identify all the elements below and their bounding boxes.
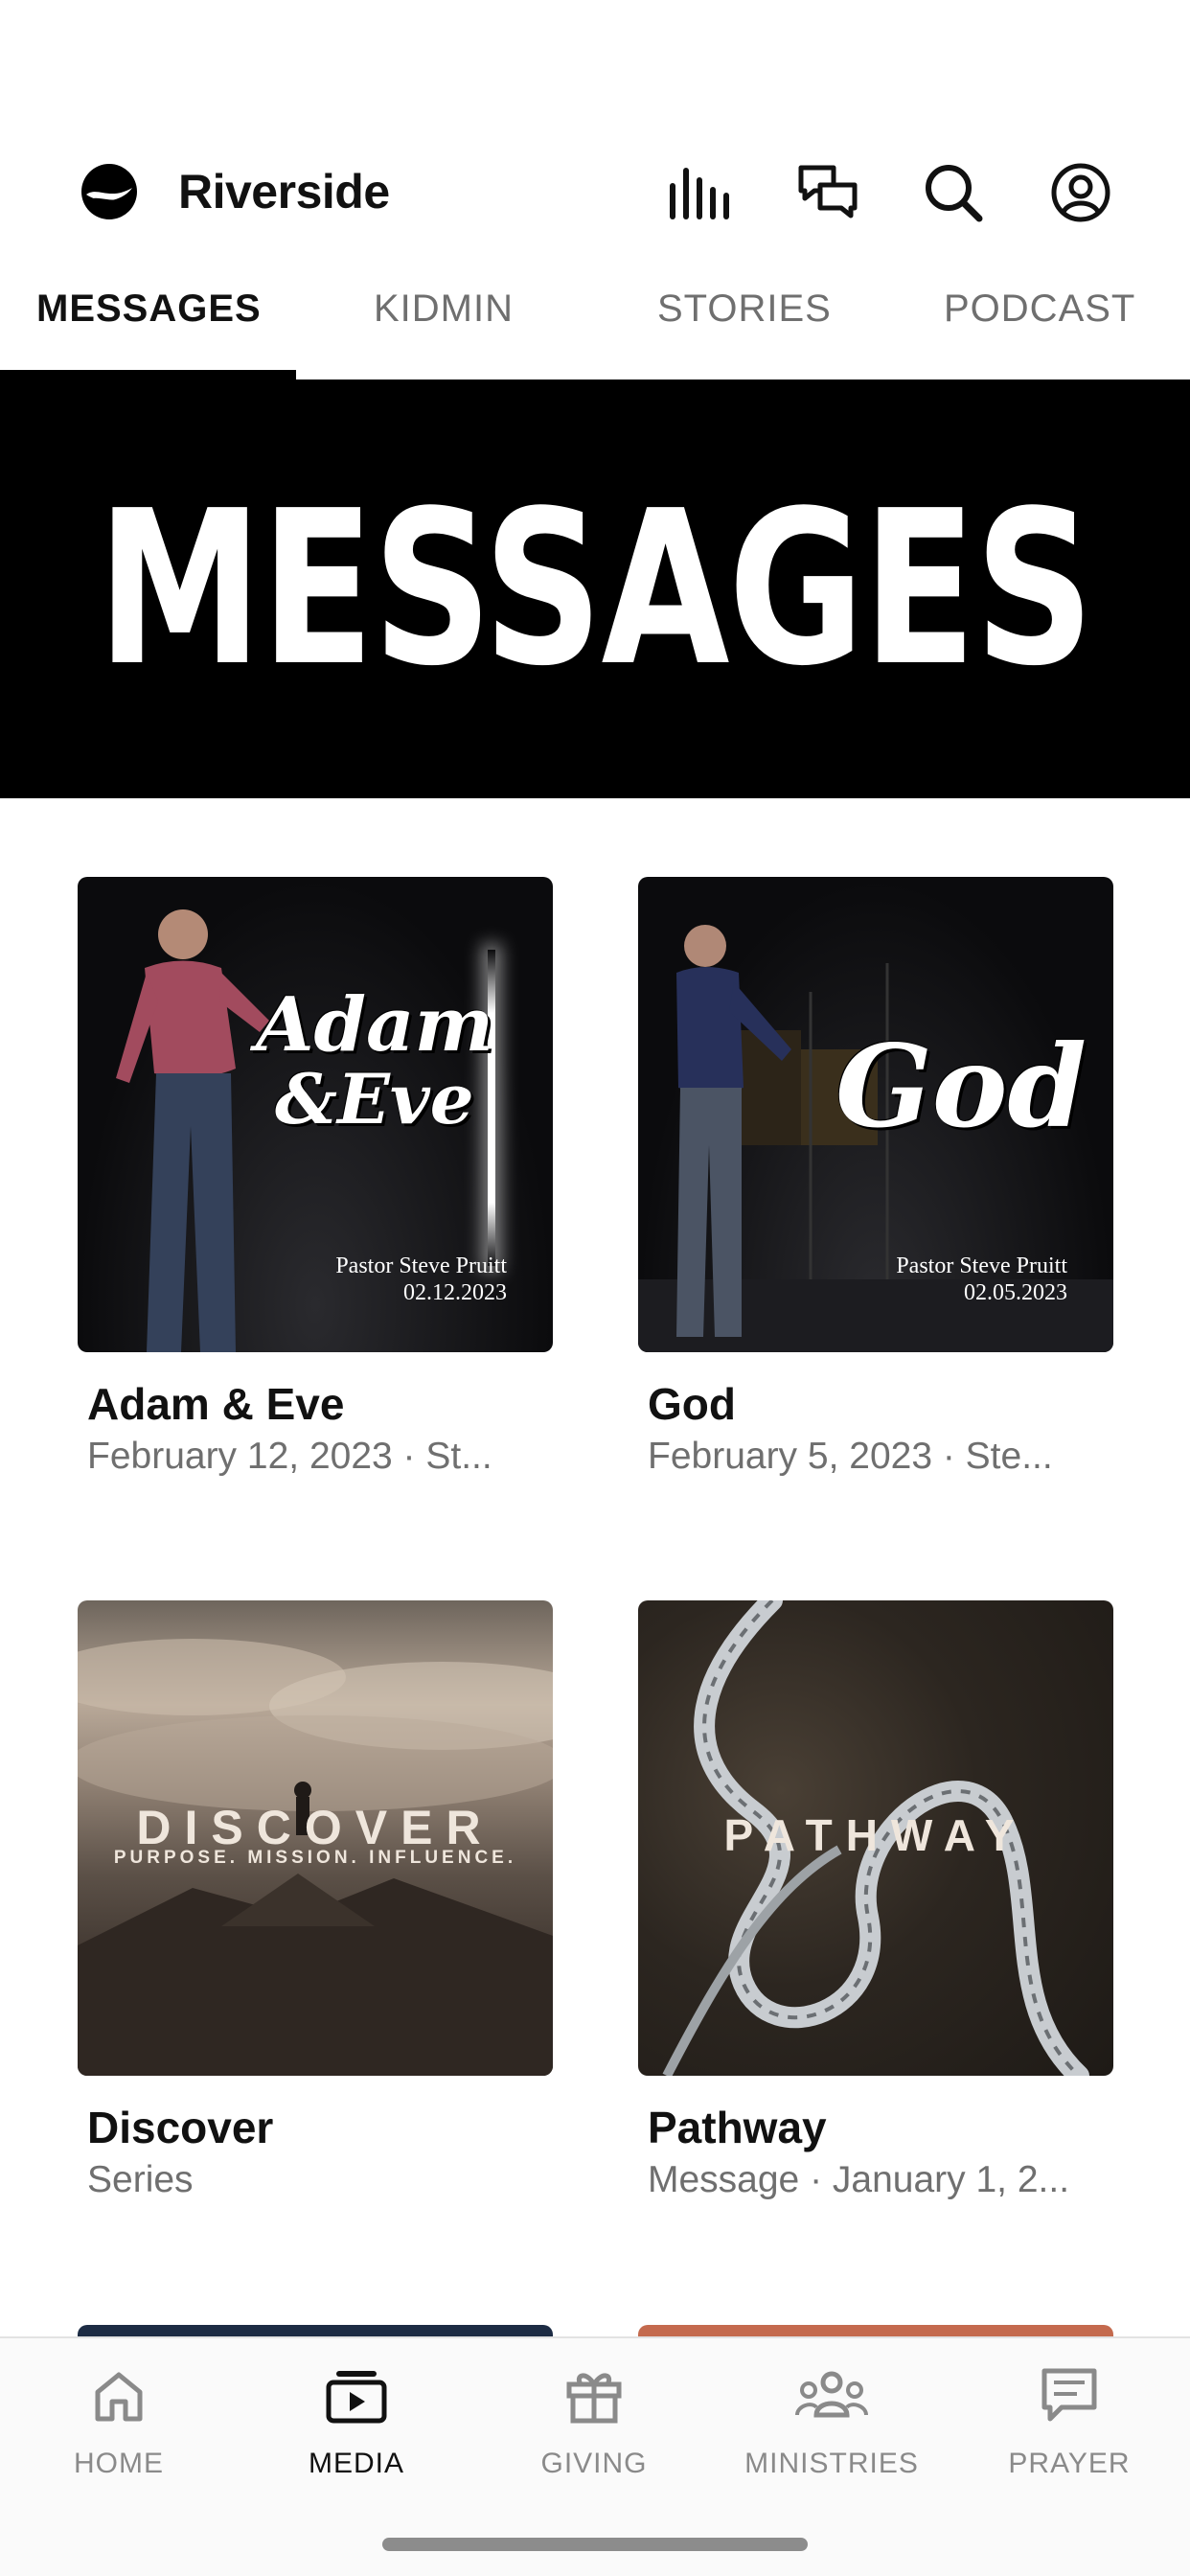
nav-label: HOME [74,2448,164,2479]
media-icon [318,2358,395,2434]
card-discover[interactable]: DISCOVER PURPOSE. MISSION. INFLUENCE. Di… [78,1600,553,2206]
thumb-pastor: Pastor Steve Pruitt [335,1254,507,1278]
active-tab-indicator [0,370,296,380]
profile-icon[interactable] [1047,159,1114,226]
card-title: Discover [87,2103,274,2152]
card-subtitle: February 5, 2023 · Ste... [648,1436,1053,1477]
card-god[interactable]: God Pastor Steve Pruitt 02.05.2023 God F… [638,877,1113,1483]
nav-ministries[interactable]: MINISTRIES [736,2358,927,2480]
search-icon[interactable] [920,159,987,226]
thumb-script-line1: God [835,1020,1087,1153]
thumb-tagline: PURPOSE. MISSION. INFLUENCE. [113,1848,517,1868]
nav-prayer[interactable]: PRAYER [973,2358,1165,2480]
card-pathway[interactable]: PATHWAY Pathway Message · January 1, 2..… [638,1600,1113,2206]
nav-home[interactable]: HOME [23,2358,215,2480]
tab-messages[interactable]: MESSAGES [36,288,262,331]
nav-label: GIVING [540,2448,648,2479]
media-tabs: MESSAGES KIDMIN STORIES PODCAST [0,278,1190,380]
home-indicator[interactable] [382,2538,808,2551]
card-subtitle: Series [87,2159,194,2200]
messages-banner: MESSAGES [0,380,1190,798]
logo-icon[interactable] [80,163,138,220]
thumb-date: 02.12.2023 [403,1280,507,1305]
card-title: Adam & Eve [87,1379,345,1429]
tab-stories[interactable]: STORIES [657,288,832,331]
nav-media[interactable]: MEDIA [261,2358,452,2480]
chat-icon[interactable] [794,159,861,226]
home-icon [80,2358,157,2434]
app-header: Riverside [0,144,1190,240]
thumb-date: 02.05.2023 [964,1280,1067,1305]
card-subtitle: February 12, 2023 · St... [87,1436,492,1477]
people-icon [793,2358,870,2434]
card-title: God [648,1379,736,1429]
thumb-pastor: Pastor Steve Pruitt [896,1254,1067,1278]
card-subtitle: Message · January 1, 2... [648,2159,1070,2200]
nav-label: MINISTRIES [744,2448,919,2479]
banner-title: MESSAGES [97,465,1094,713]
audio-bars-icon[interactable] [668,159,735,226]
tab-podcast[interactable]: PODCAST [944,288,1135,331]
thumb-script-line1: Adam [256,981,494,1069]
app-title: Riverside [178,165,390,218]
card-thumbnail[interactable]: PATHWAY [638,1600,1113,2076]
thumb-script-line2: &Eve [275,1058,474,1139]
card-thumbnail[interactable]: God Pastor Steve Pruitt 02.05.2023 [638,877,1113,1352]
tab-kidmin[interactable]: KIDMIN [374,288,514,331]
card-thumbnail[interactable]: Adam &Eve Pastor Steve Pruitt 02.12.2023 [78,877,553,1352]
card-title: Pathway [648,2103,827,2152]
nav-label: PRAYER [1008,2448,1131,2479]
card-adam-eve[interactable]: Adam &Eve Pastor Steve Pruitt 02.12.2023… [78,877,553,1483]
nav-giving[interactable]: GIVING [498,2358,690,2480]
card-thumbnail[interactable]: DISCOVER PURPOSE. MISSION. INFLUENCE. [78,1600,553,2076]
thumb-word: PATHWAY [723,1810,1028,1860]
gift-icon [556,2358,632,2434]
nav-label: MEDIA [308,2448,404,2479]
prayer-message-icon [1031,2358,1108,2434]
